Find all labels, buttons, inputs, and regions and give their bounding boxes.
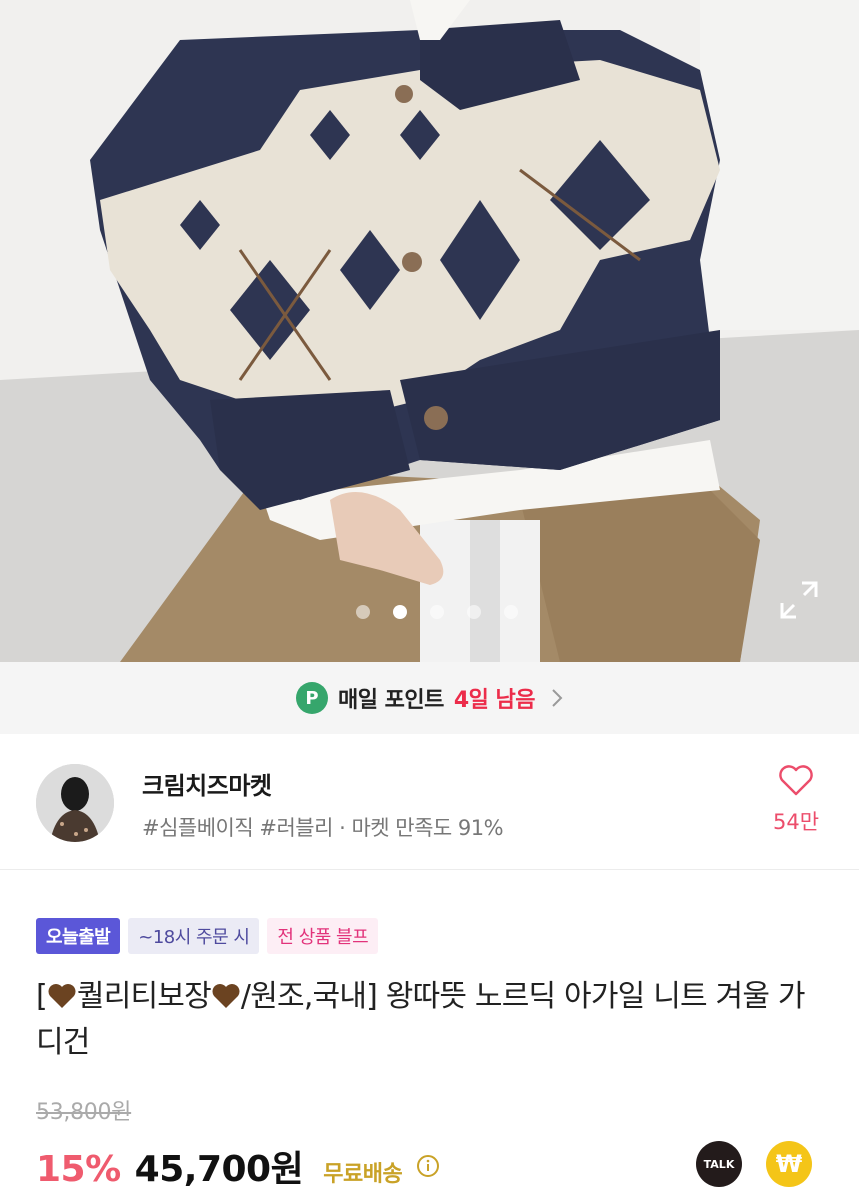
pay-button[interactable]: ₩ bbox=[766, 1141, 812, 1187]
product-title: [퀄리티보장/원조,국내] 왕따뜻 노르딕 아가일 니트 겨울 가디건 bbox=[36, 974, 826, 1066]
delivery-badges: 오늘출발 ~18시 주문 시 전 상품 블프 bbox=[36, 918, 379, 954]
price-row: 15% 45,700원 무료배송 bbox=[36, 1140, 440, 1192]
brown-heart-icon bbox=[48, 984, 76, 1008]
info-icon[interactable] bbox=[416, 1154, 440, 1178]
shop-avatar[interactable] bbox=[36, 764, 114, 842]
original-price: 53,800원 bbox=[36, 1100, 132, 1125]
kakao-talk-button[interactable]: TALK bbox=[696, 1141, 742, 1187]
sale-badge: 전 상품 블프 bbox=[267, 918, 379, 954]
cardigan-photo bbox=[0, 0, 859, 662]
carousel-dot[interactable] bbox=[466, 605, 481, 619]
shop-info: 크림치즈마켓 #심플베이직 #러블리 · 마켓 만족도 91% 54만 bbox=[0, 734, 859, 870]
free-shipping-label: 무료배송 bbox=[323, 1162, 403, 1187]
shop-name[interactable]: 크림치즈마켓 bbox=[142, 766, 272, 801]
title-part-1: 퀄리티보장 bbox=[76, 979, 212, 1014]
daily-point-banner[interactable]: P 매일 포인트 4일 남음 bbox=[0, 662, 859, 734]
discount-rate: 15% bbox=[36, 1149, 121, 1190]
carousel-indicator bbox=[0, 602, 859, 622]
sale-price: 45,700원 bbox=[134, 1149, 304, 1190]
won-icon: ₩ bbox=[775, 1150, 803, 1178]
expand-icon[interactable] bbox=[778, 579, 820, 621]
product-image[interactable] bbox=[0, 0, 859, 662]
carousel-dot[interactable] bbox=[429, 605, 444, 619]
carousel-dot[interactable] bbox=[355, 605, 370, 619]
today-shipping-badge: 오늘출발 bbox=[36, 918, 121, 954]
title-bracket: [ bbox=[36, 979, 48, 1014]
shop-tags: #심플베이직 #러블리 · 마켓 만족도 91% bbox=[142, 816, 504, 840]
brown-heart-icon bbox=[212, 984, 240, 1008]
chevron-right-icon bbox=[552, 689, 563, 707]
carousel-dot[interactable] bbox=[503, 605, 518, 619]
like-button[interactable]: 54만 bbox=[758, 764, 834, 844]
point-days-left: 4일 남음 bbox=[453, 688, 536, 713]
carousel-dot-active[interactable] bbox=[392, 605, 407, 619]
point-label: 매일 포인트 bbox=[337, 688, 444, 713]
point-icon: P bbox=[295, 682, 328, 714]
heart-outline-icon bbox=[779, 765, 813, 796]
talk-label: TALK bbox=[703, 1157, 735, 1171]
order-cutoff-badge: ~18시 주문 시 bbox=[128, 918, 260, 954]
like-count: 54만 bbox=[772, 810, 820, 834]
